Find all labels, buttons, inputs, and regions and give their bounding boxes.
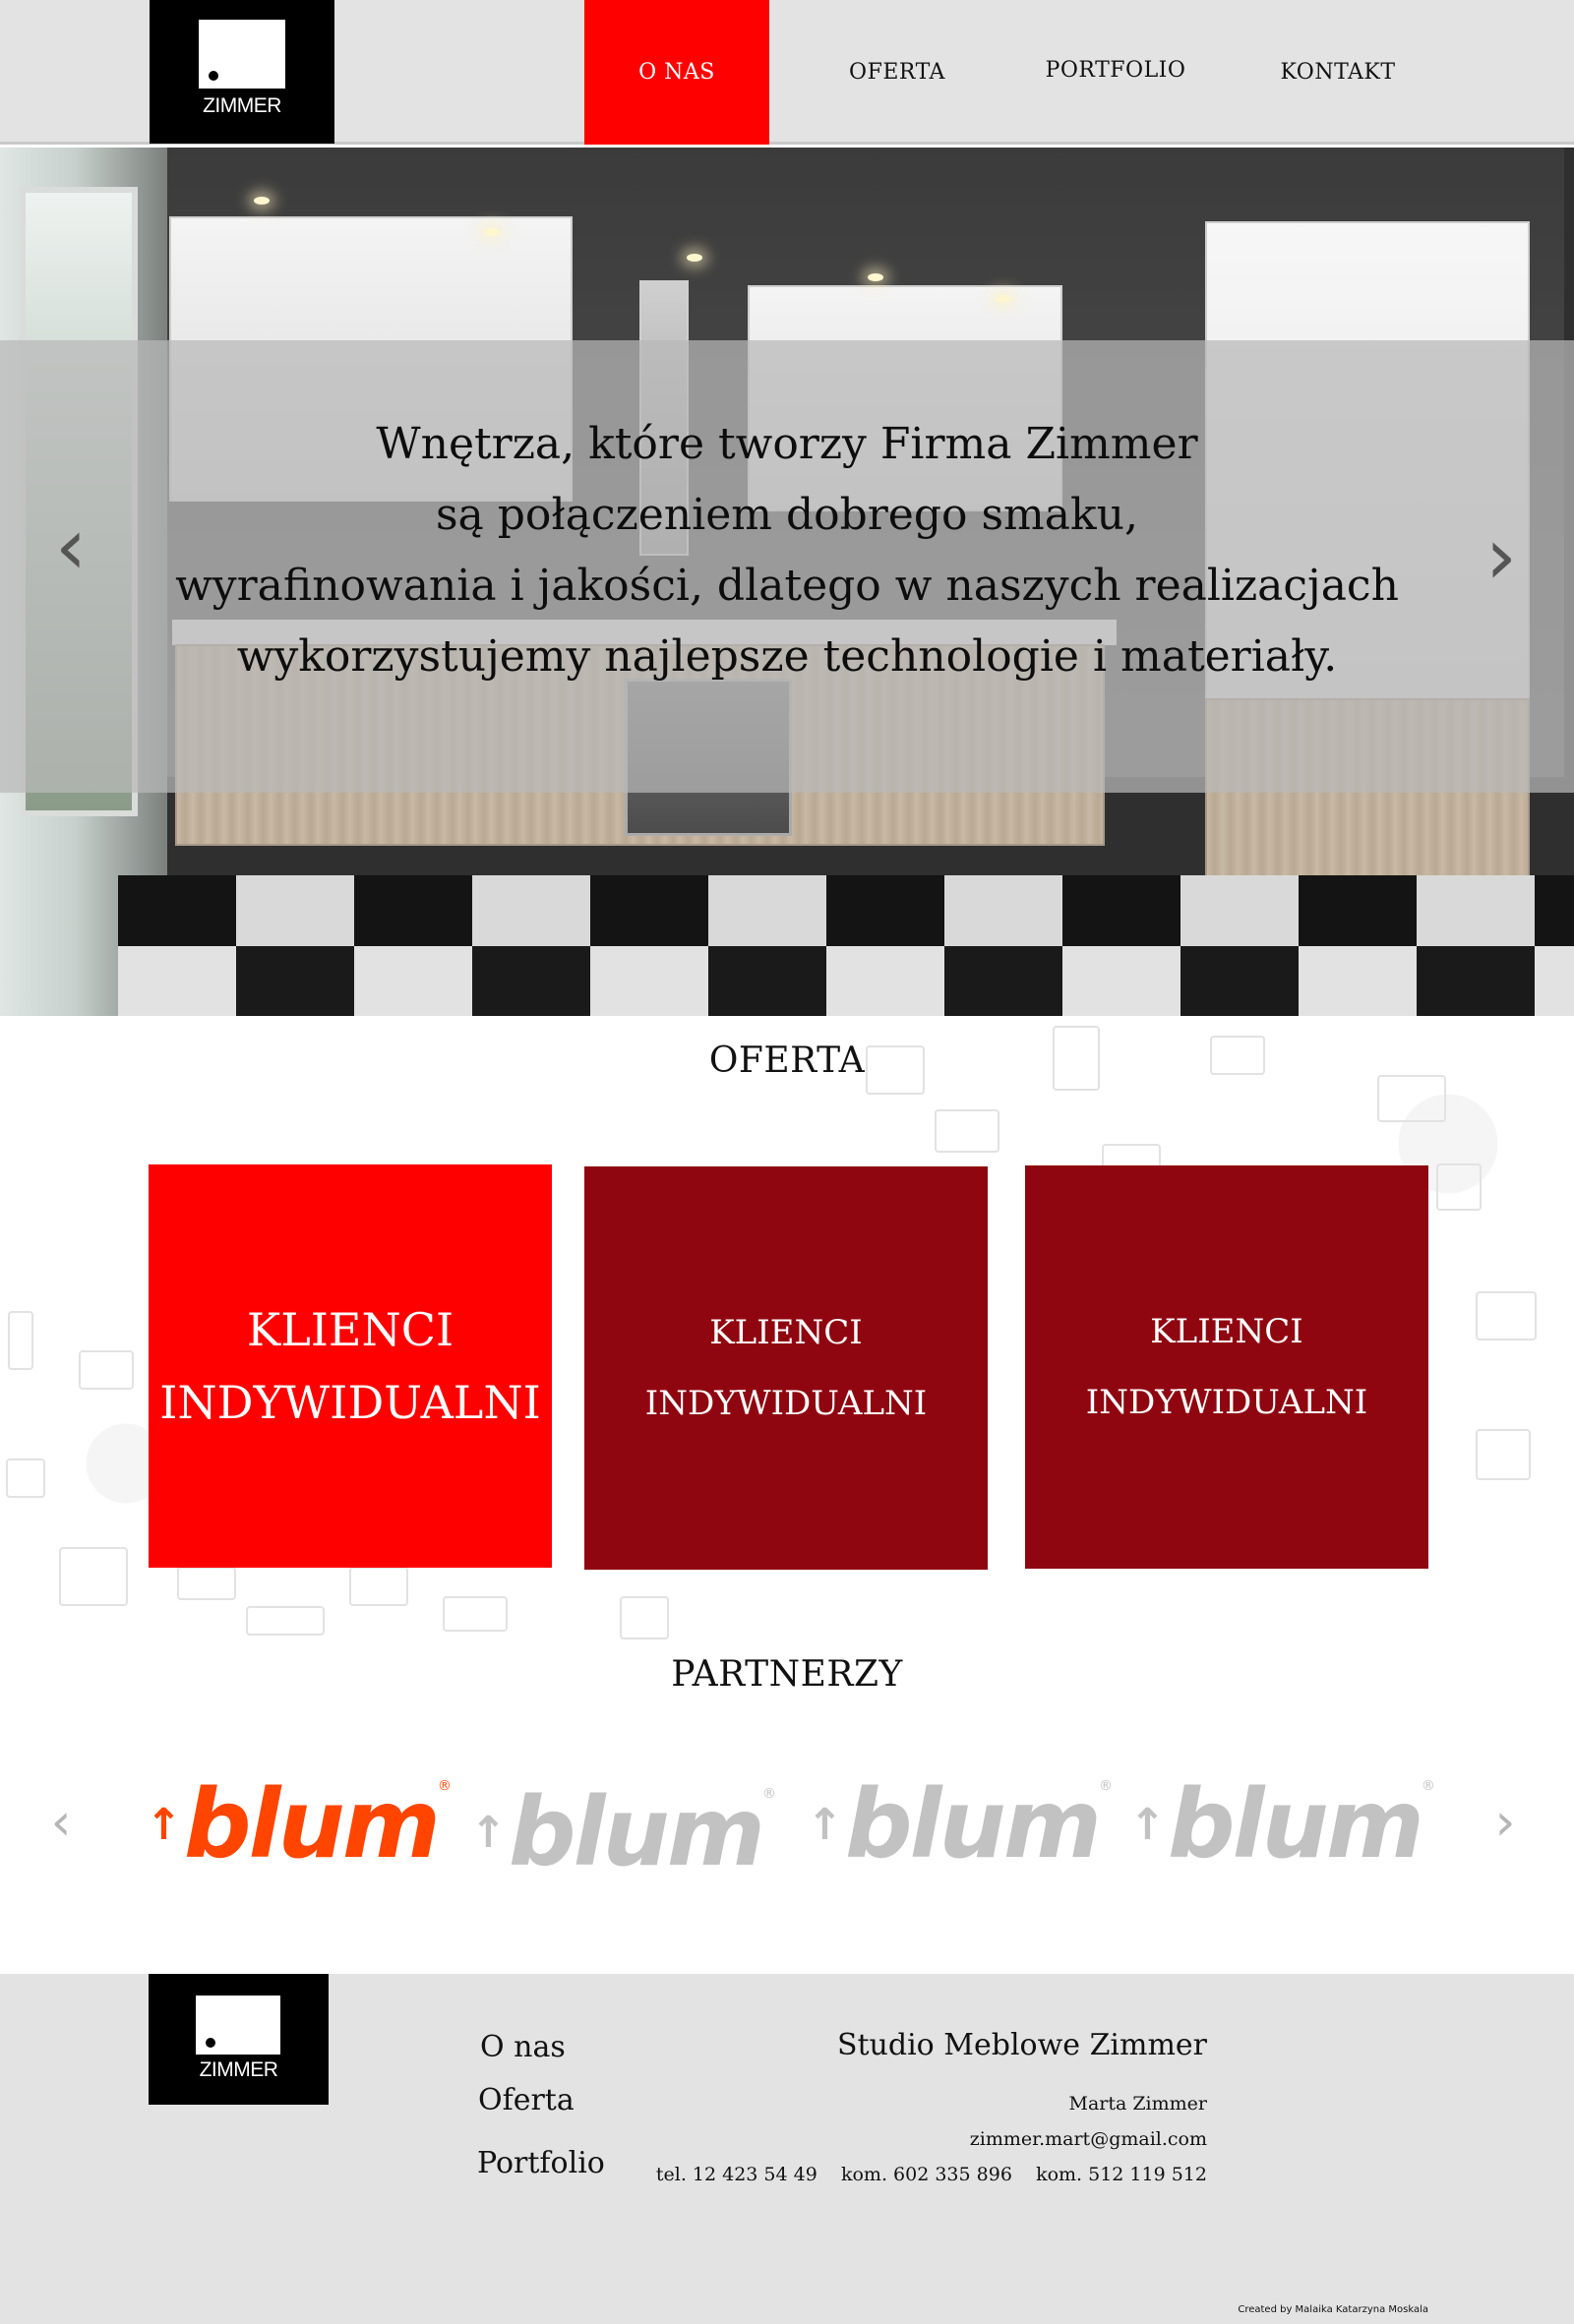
furniture-sketch (443, 1596, 508, 1632)
partner-logo-blum[interactable]: ↑ blum ® (470, 1777, 776, 1887)
furniture-sketch (8, 1311, 33, 1370)
offer-card-line: INDYWIDUALNI (644, 1384, 928, 1423)
registered-icon: ® (437, 1778, 452, 1794)
partners-prev-button[interactable]: ‹ (41, 1788, 81, 1857)
furniture-sketch (1476, 1291, 1537, 1341)
furniture-sketch (246, 1606, 325, 1636)
offer-card-klienci-indywidualni[interactable]: KLIENCI INDYWIDUALNI (1025, 1165, 1428, 1569)
hero-image-light (868, 273, 883, 281)
nav-kontakt[interactable]: KONTAKT (1245, 0, 1430, 145)
partners-next-button[interactable]: › (1485, 1788, 1525, 1857)
furniture-sketch (349, 1567, 408, 1606)
offer-card-line: INDYWIDUALNI (159, 1376, 541, 1429)
site-header: ZIMMER O NAS OFERTA PORTFOLIO KONTAKT (0, 0, 1574, 145)
registered-icon: ® (761, 1786, 776, 1802)
offer-card-line: INDYWIDUALNI (1085, 1383, 1368, 1422)
partner-logo-name: blum (844, 1769, 1102, 1879)
partner-logo-name: blum (1167, 1769, 1424, 1879)
footer-nav-o-nas[interactable]: O nas (480, 2030, 566, 2064)
partners-title: PARTNERZY (671, 1654, 903, 1695)
oferta-title: OFERTA (708, 1041, 866, 1081)
partner-logo-blum[interactable]: ↑ blum ® (1129, 1769, 1435, 1879)
nav-o-nas[interactable]: O NAS (584, 0, 769, 145)
furniture-sketch (6, 1459, 45, 1498)
footer-phones: tel. 12 423 54 49 kom. 602 335 896 kom. … (655, 2164, 1207, 2185)
registered-icon: ® (1421, 1778, 1435, 1794)
hero-image-floor (118, 946, 1574, 1016)
hero-headline: Wnętrza, które tworzy Firma Zimmer są po… (0, 409, 1574, 692)
hero-line: Wnętrza, które tworzy Firma Zimmer (376, 419, 1198, 469)
blum-arrow-icon: ↑ (807, 1799, 843, 1850)
partner-logo-name: blum (508, 1777, 765, 1887)
footer-nav-oferta[interactable]: Oferta (478, 2083, 575, 2117)
offer-card-line: KLIENCI (1150, 1312, 1303, 1351)
site-footer: ZIMMER (0, 1974, 1574, 2324)
offer-card-klienci-indywidualni[interactable]: KLIENCI INDYWIDUALNI (149, 1164, 552, 1568)
offer-card-line: KLIENCI (246, 1303, 454, 1356)
partner-logo-name: blum (183, 1769, 441, 1879)
footer-nav-portfolio[interactable]: Portfolio (477, 2146, 605, 2180)
chevron-right-icon: › (1494, 1793, 1516, 1852)
logo-square (196, 1996, 280, 2055)
blum-arrow-icon: ↑ (470, 1807, 507, 1858)
hero-image-light (996, 295, 1011, 303)
logo-text: ZIMMER (199, 2058, 278, 2081)
registered-icon: ® (1098, 1778, 1113, 1794)
hero-line: są połączeniem dobrego smaku, (435, 490, 1139, 540)
blum-arrow-icon: ↑ (146, 1799, 182, 1850)
footer-contact-name: Marta Zimmer (1068, 2093, 1207, 2115)
chevron-left-icon: ‹ (50, 1793, 72, 1852)
nav-oferta[interactable]: OFERTA (805, 0, 990, 145)
zimmer-logo[interactable]: ZIMMER (150, 0, 334, 144)
footer-credit: Created by Malaika Katarzyna Moskala (1238, 2304, 1428, 2315)
hero-image-light (687, 254, 702, 262)
offer-card-label: KLIENCI INDYWIDUALNI (1086, 1296, 1367, 1438)
logo-text: ZIMMER (203, 94, 281, 117)
furniture-sketch (1476, 1429, 1531, 1480)
hero-line: wykorzystujemy najlepsze technologie i m… (236, 631, 1338, 682)
partner-logo-blum[interactable]: ↑ blum ® (807, 1769, 1113, 1879)
furniture-sketch (177, 1567, 236, 1600)
partner-logo-blum[interactable]: ↑ blum ® (146, 1769, 452, 1879)
footer-email[interactable]: zimmer.mart@gmail.com (970, 2128, 1207, 2150)
furniture-sketch (1377, 1075, 1446, 1122)
furniture-sketch (59, 1547, 128, 1606)
furniture-sketch (79, 1350, 134, 1390)
offer-card-klienci-indywidualni[interactable]: KLIENCI INDYWIDUALNI (584, 1166, 988, 1570)
offer-card-label: KLIENCI INDYWIDUALNI (645, 1297, 927, 1439)
offer-card-line: KLIENCI (709, 1313, 863, 1352)
blum-arrow-icon: ↑ (1129, 1799, 1166, 1850)
hero-image-light (484, 228, 500, 236)
footer-zimmer-logo[interactable]: ZIMMER (149, 1974, 329, 2105)
footer-company-name: Studio Meblowe Zimmer (836, 2028, 1207, 2062)
furniture-sketch (1436, 1163, 1482, 1211)
offer-card-label: KLIENCI INDYWIDUALNI (159, 1293, 541, 1439)
logo-square (199, 20, 285, 89)
nav-portfolio[interactable]: PORTFOLIO (1023, 0, 1208, 143)
furniture-sketch (620, 1596, 669, 1639)
hero-image-light (254, 197, 270, 205)
hero-line: wyrafinowania i jakości, dlatego w naszy… (175, 561, 1399, 611)
furniture-sketch (935, 1109, 999, 1153)
logo-dot (206, 2038, 215, 2048)
logo-dot (209, 71, 218, 81)
